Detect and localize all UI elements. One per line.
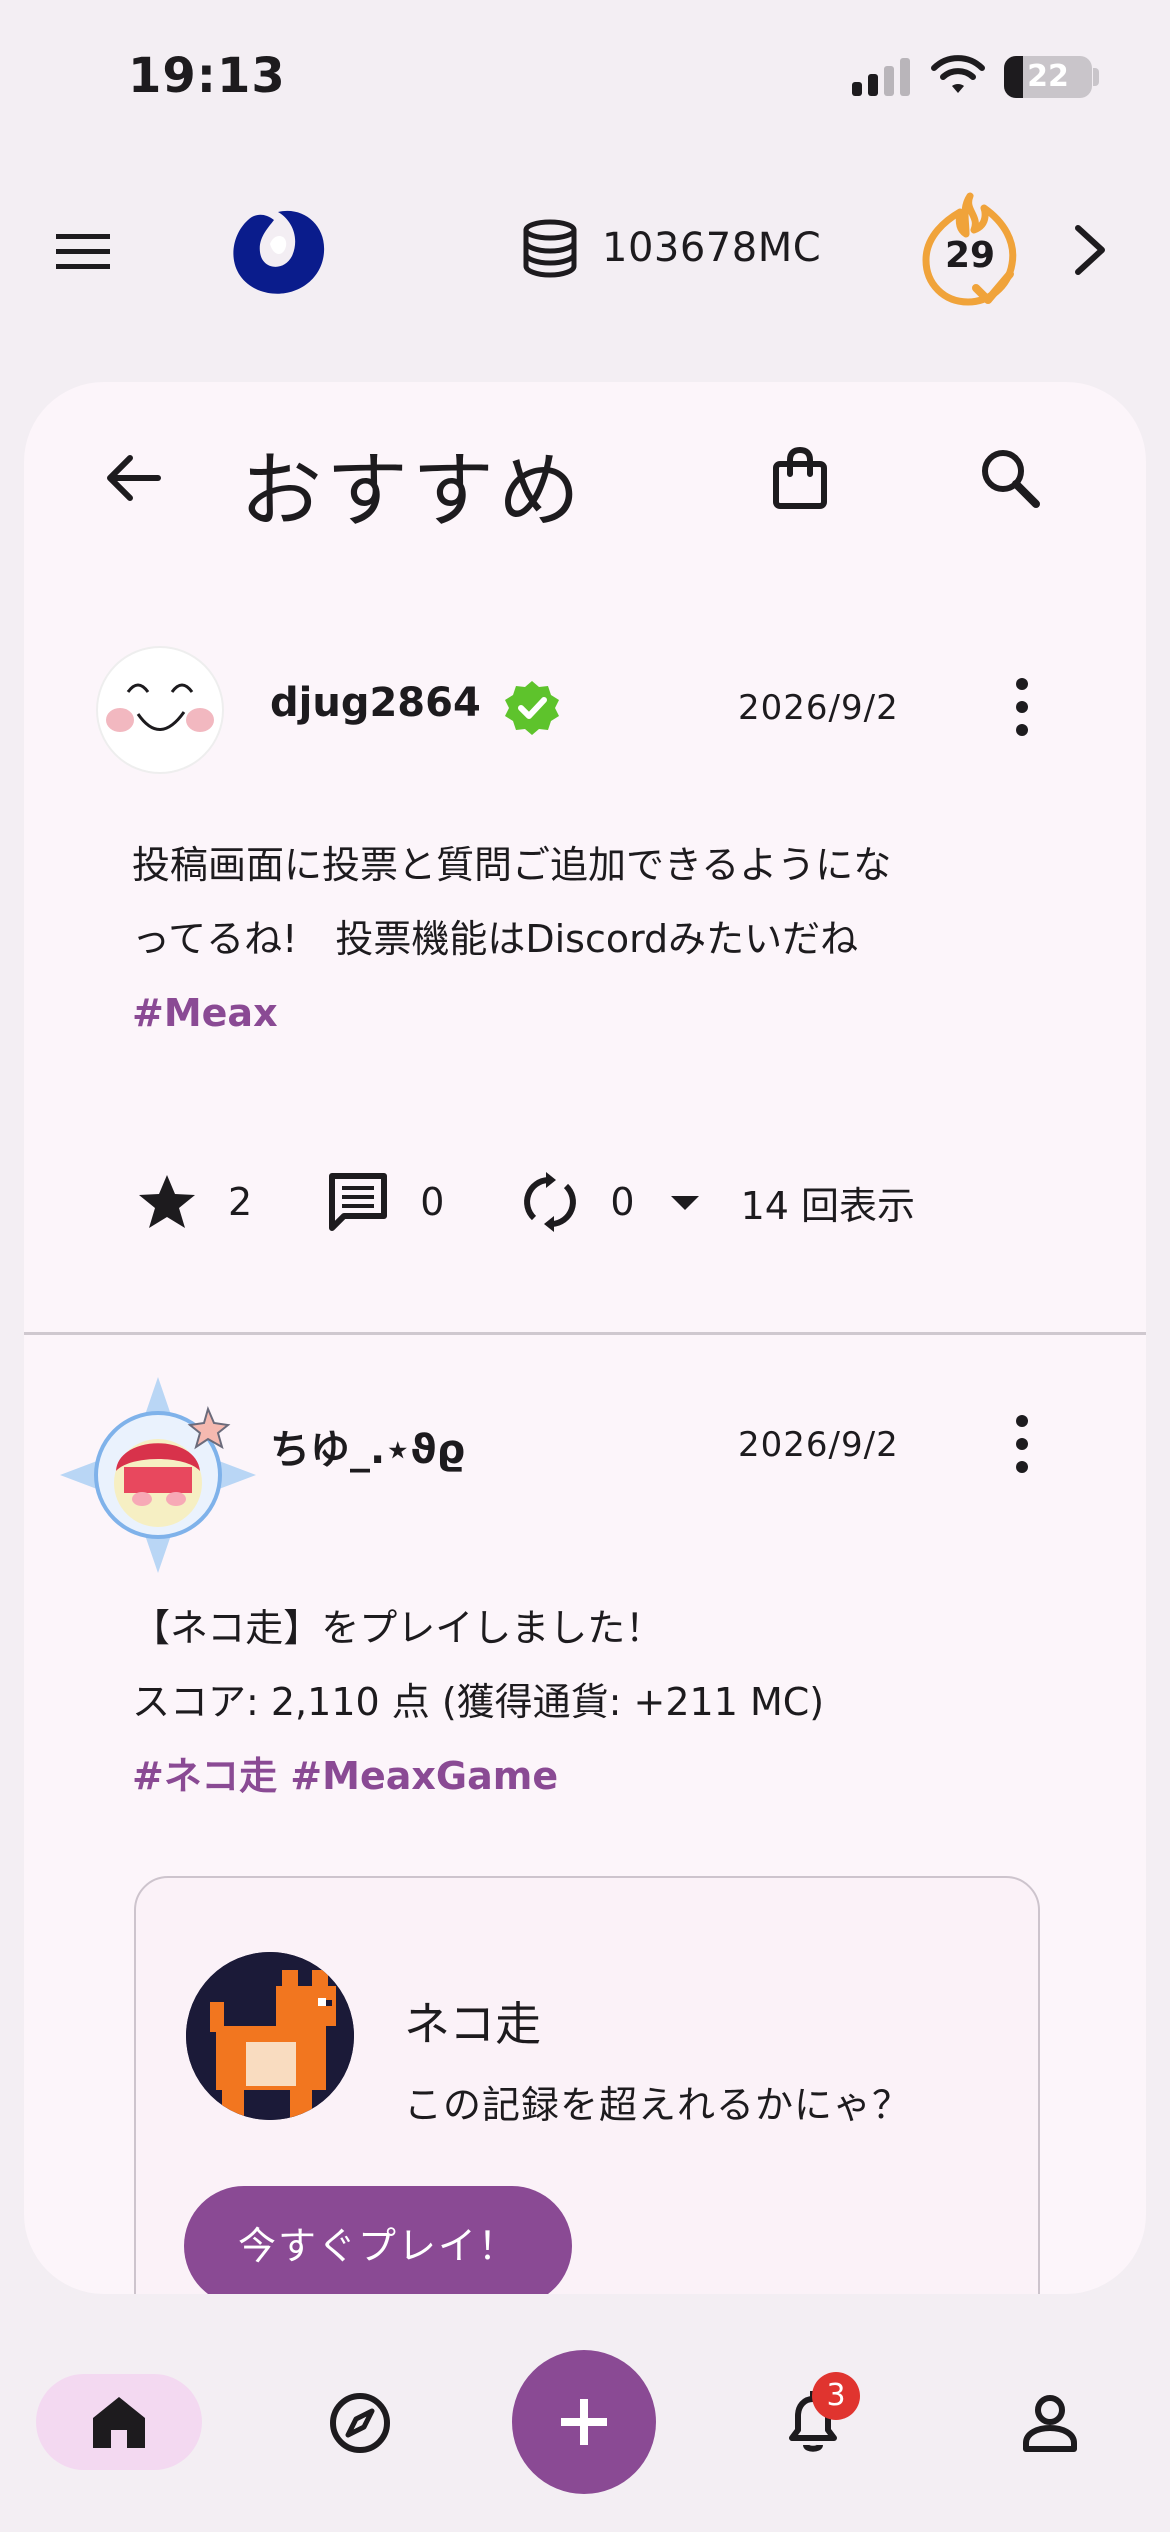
post-actions: 2 0 0 14 回表示	[136, 1170, 915, 1234]
game-embed-card[interactable]: ネコ走 この記録を超えれるかにゃ？ 今すぐプレイ！	[134, 1876, 1040, 2294]
streak-badge[interactable]: 29	[920, 190, 1020, 310]
post-body: 投稿画面に投票と質問ご追加できるようにな ってるね! 投票機能はDiscordみ…	[132, 828, 891, 1050]
post-date: 2026/9/2	[738, 1425, 899, 1465]
coin-stack-icon	[523, 219, 577, 278]
coin-value: 103678MC	[602, 225, 822, 271]
feed-card: おすすめ djug2864 2026/9/2 投稿画面に投票と質問ご追加できるよ…	[24, 382, 1146, 2294]
more-vert-icon[interactable]	[1002, 1409, 1042, 1479]
game-icon	[186, 1952, 354, 2120]
post-body: 【ネコ走】をプレイしました！ スコア: 2,110 点 (獲得通貨: +211 …	[132, 1591, 824, 1813]
dropdown-icon[interactable]	[665, 1182, 705, 1222]
home-icon	[93, 2397, 145, 2448]
game-subtitle: この記録を超えれるかにゃ？	[404, 2083, 912, 2127]
nav-explore[interactable]	[320, 2378, 400, 2468]
status-time: 19:13	[128, 48, 286, 104]
hashtag-link[interactable]: #Meax	[132, 976, 891, 1050]
create-post-button[interactable]	[512, 2350, 656, 2494]
hashtag-link[interactable]: #ネコ走 #MeaxGame	[132, 1739, 824, 1813]
post-text-line: 【ネコ走】をプレイしました！	[132, 1606, 664, 1650]
verified-badge-icon	[505, 681, 559, 735]
nav-profile[interactable]	[1008, 2378, 1092, 2468]
pixel-cat-icon	[186, 1952, 354, 2120]
post-text-line: ってるね! 投票機能はDiscordみたいだね	[132, 917, 859, 961]
avatar[interactable]	[96, 646, 224, 774]
menu-icon[interactable]	[52, 220, 114, 282]
username[interactable]: djug2864	[270, 680, 481, 726]
more-vert-icon[interactable]	[1002, 672, 1042, 742]
nav-home[interactable]	[36, 2374, 202, 2470]
smiley-avatar-icon	[106, 683, 214, 732]
notification-badge: 3	[812, 2372, 860, 2420]
post-item[interactable]: djug2864 2026/9/2 投稿画面に投票と質問ご追加できるようにな っ…	[24, 382, 1146, 1332]
comment-count: 0	[420, 1180, 445, 1224]
username[interactable]: ちゆ_.⋆ϑϱ	[270, 1417, 465, 1475]
logo-icon[interactable]	[218, 198, 334, 308]
post-date: 2026/9/2	[738, 688, 899, 728]
coin-balance[interactable]: 103678MC	[520, 218, 821, 278]
explore-icon	[330, 2393, 390, 2453]
avatar[interactable]	[58, 1375, 258, 1575]
profile-icon	[1023, 2395, 1077, 2452]
wifi-icon	[931, 55, 985, 93]
post-text-line: スコア: 2,110 点 (獲得通貨: +211 MC)	[132, 1680, 825, 1724]
star-icon	[139, 1175, 195, 1228]
nav-notifications[interactable]: 3	[770, 2372, 860, 2466]
repost-count: 0	[610, 1180, 635, 1224]
repost-button[interactable]: 0	[522, 1172, 635, 1232]
comment-button[interactable]: 0	[326, 1170, 444, 1234]
game-title: ネコ走	[404, 1997, 542, 2051]
streak-count: 29	[944, 235, 996, 276]
signal-icon	[852, 58, 910, 96]
bottom-navigation: 3	[0, 2318, 1170, 2532]
star-button[interactable]: 2	[136, 1171, 252, 1233]
status-bar: 19:13 22	[0, 0, 1170, 150]
chevron-right-icon[interactable]	[1060, 220, 1120, 280]
battery-icon: 22	[1004, 56, 1092, 98]
post-text-line: 投稿画面に投票と質問ご追加できるようにな	[132, 843, 892, 887]
view-count: 14 回表示	[740, 1183, 915, 1228]
star-count: 2	[228, 1180, 253, 1224]
repost-icon	[524, 1172, 577, 1232]
comment-icon	[329, 1173, 388, 1231]
play-now-button[interactable]: 今すぐプレイ！	[184, 2186, 573, 2294]
add-icon	[561, 2399, 607, 2445]
anime-avatar-icon	[60, 1377, 256, 1573]
battery-level: 22	[1027, 59, 1069, 94]
top-app-bar: 103678MC 29	[0, 150, 1170, 355]
